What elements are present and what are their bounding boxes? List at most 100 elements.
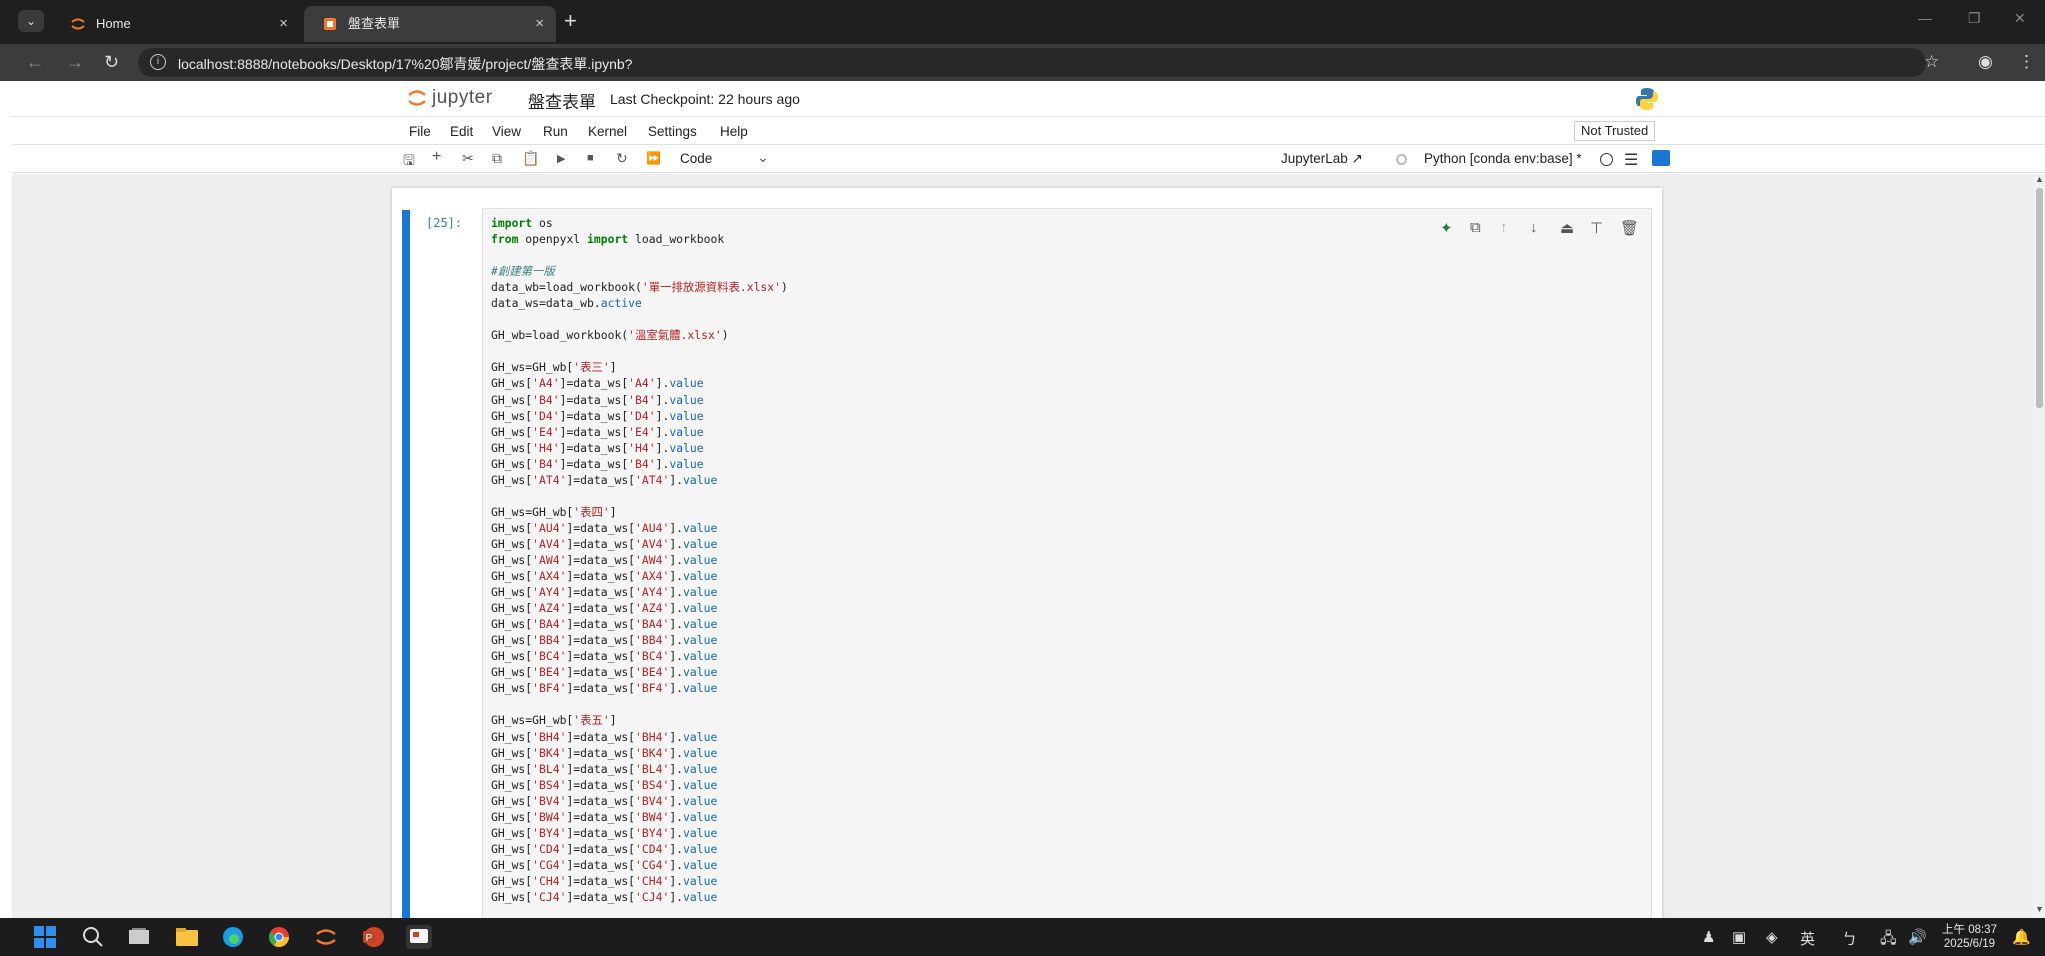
menu-view[interactable]: View [492,124,521,139]
back-icon[interactable]: ← [26,52,44,73]
run-icon[interactable]: ▶ [557,152,565,165]
duplicate-cell-icon[interactable]: ⧉ [1470,219,1481,236]
browser-tab-bar: ⌄ Home × 盤查表單 × + — ❐ ✕ [0,0,2045,44]
close-window-icon[interactable]: ✕ [2014,10,2026,27]
tray-app-icon[interactable]: ▣ [1732,928,1746,946]
move-up-icon[interactable]: ↑ [1500,219,1508,236]
code-line: import os [491,216,553,230]
url-field[interactable]: i localhost:8888/notebooks/Desktop/17%20… [138,48,1926,77]
powerpoint-icon[interactable]: P [360,925,386,949]
insert-below-icon[interactable]: ⊤ [1590,219,1603,237]
move-down-icon[interactable]: ↓ [1530,219,1538,236]
search-icon[interactable] [80,925,106,949]
code-line: GH_ws['AZ4']=data_ws['AZ4'].value [491,601,718,616]
tab-close-icon[interactable]: × [535,6,544,42]
paste-icon[interactable]: 📋 [522,150,539,167]
jupyter-logo-text[interactable]: jupyter [432,87,493,109]
security-icon[interactable]: ◈ [1766,928,1778,946]
code-line: GH_ws['B4']=data_ws['B4'].value [491,392,704,407]
scroll-thumb[interactable] [2036,188,2043,408]
ai-assist-icon[interactable]: ✦ [1440,219,1453,237]
cell-prompt: [25]: [426,216,463,230]
ime-mode-icon[interactable]: ㄅ [1842,928,1857,949]
notification-bell-icon[interactable]: 🔔 [2012,928,2031,946]
code-line: GH_ws['BB4']=data_ws['BB4'].value [491,633,718,648]
taskbar: P ♟ ▣ ◈ 英 ㄅ 🖧 🔊 上午 08:37 2025/6/19 🔔 [0,918,2045,956]
jupyter-header: jupyter 盤查表單 Last Checkpoint: 22 hours a… [12,81,2045,116]
menu-help[interactable]: Help [720,124,748,139]
notebook-title[interactable]: 盤查表單 [528,88,596,113]
save-icon[interactable]: 🖫 [403,150,415,174]
code-cell-editor[interactable]: import os from openpyxl import load_workb… [482,208,1652,938]
code-line: GH_ws['BH4']=data_ws['BH4'].value [491,729,718,744]
code-line: GH_ws['AX4']=data_ws['AX4'].value [491,569,718,584]
windows-start-icon[interactable] [32,925,58,949]
tray-app-icon[interactable]: ♟ [1702,928,1715,946]
tab-close-icon[interactable]: × [279,6,288,42]
bookmark-star-icon[interactable]: ☆ [1924,52,1939,72]
menu-settings[interactable]: Settings [648,124,697,139]
minimize-icon[interactable]: — [1918,10,1932,26]
ime-language-indicator[interactable]: 英 [1800,928,1815,949]
jupyter-favicon-icon [71,18,85,30]
clock[interactable]: 上午 08:37 2025/6/19 [1942,923,1997,951]
insert-above-icon[interactable]: ⏏ [1560,219,1574,237]
cut-icon[interactable]: ✂ [462,150,474,167]
property-inspector-icon[interactable] [1652,150,1670,166]
code-line: GH_ws['H4']=data_ws['H4'].value [491,440,704,455]
scroll-up-icon[interactable]: ▲ [2035,174,2044,184]
delete-cell-icon[interactable]: 🗑 [1620,219,1639,237]
cell-type-select[interactable]: Code [680,151,712,166]
browser-menu-icon[interactable]: ⋮ [2018,52,2035,72]
copy-icon[interactable]: ⧉ [492,150,502,167]
code-line: data_ws=data_wb.active [491,296,642,311]
site-info-icon[interactable]: i [150,54,166,70]
reload-icon[interactable]: ↻ [104,52,119,73]
chevron-down-icon[interactable]: ⌄ [757,149,769,166]
menu-kernel[interactable]: Kernel [588,124,627,139]
tab-notebook[interactable]: 盤查表單 × [304,6,556,42]
file-explorer-icon[interactable] [174,925,200,949]
jupyterlab-link[interactable]: JupyterLab ↗ [1281,151,1363,167]
code-line: GH_ws['BE4']=data_ws['BE4'].value [491,665,718,680]
tab-search-button[interactable]: ⌄ [18,10,44,32]
menu-file[interactable]: File [409,124,431,139]
menu-edit[interactable]: Edit [450,124,473,139]
notebook-panel: [25]: import os from openpyxl import load… [12,174,2033,938]
clock-time: 上午 08:37 [1942,924,1997,936]
forward-icon[interactable]: → [66,52,84,73]
code-line: GH_ws['E4']=data_ws['E4'].value [491,424,704,439]
volume-icon[interactable]: 🔊 [1908,928,1927,946]
code-line: GH_ws=GH_wb['表五'] [491,713,617,728]
code-line: GH_ws['AT4']=data_ws['AT4'].value [491,472,718,487]
new-tab-button[interactable]: + [564,8,577,34]
table-of-contents-icon[interactable]: ☰ [1624,150,1638,170]
restart-run-all-icon[interactable]: ⏩ [646,151,661,165]
code-line: #創建第一版 [491,264,555,279]
scrollbar[interactable]: ▲ ▼ [2033,174,2045,918]
kernel-name[interactable]: Python [conda env:base] * [1424,151,1582,166]
menu-bar: File Edit View Run Kernel Settings Help … [12,116,2045,145]
chrome-icon[interactable] [266,925,292,949]
tab-title: 盤查表單 [348,16,401,31]
restore-icon[interactable]: ❐ [1968,10,1981,27]
tab-home[interactable]: Home × [52,6,300,42]
restart-icon[interactable]: ↻ [616,150,628,167]
code-line: GH_ws['BV4']=data_ws['BV4'].value [491,793,718,808]
active-app-icon[interactable] [406,925,432,949]
insert-cell-icon[interactable]: + [432,148,441,166]
code-line: GH_ws['AV4']=data_ws['AV4'].value [491,536,718,551]
url-text: localhost:8888/notebooks/Desktop/17%20鄒青… [178,56,633,72]
task-view-icon[interactable] [126,925,152,949]
stop-icon[interactable]: ■ [587,152,594,164]
network-icon[interactable]: 🖧 [1880,928,1897,953]
scroll-down-icon[interactable]: ▼ [2035,904,2044,914]
edge-icon[interactable] [220,925,246,949]
code-content[interactable]: import os from openpyxl import load_workb… [491,215,788,905]
profile-icon[interactable]: ◉ [1978,52,1993,72]
jupyter-taskbar-icon[interactable] [313,925,339,949]
menu-run[interactable]: Run [543,124,568,139]
trust-indicator[interactable]: Not Trusted [1574,121,1656,141]
